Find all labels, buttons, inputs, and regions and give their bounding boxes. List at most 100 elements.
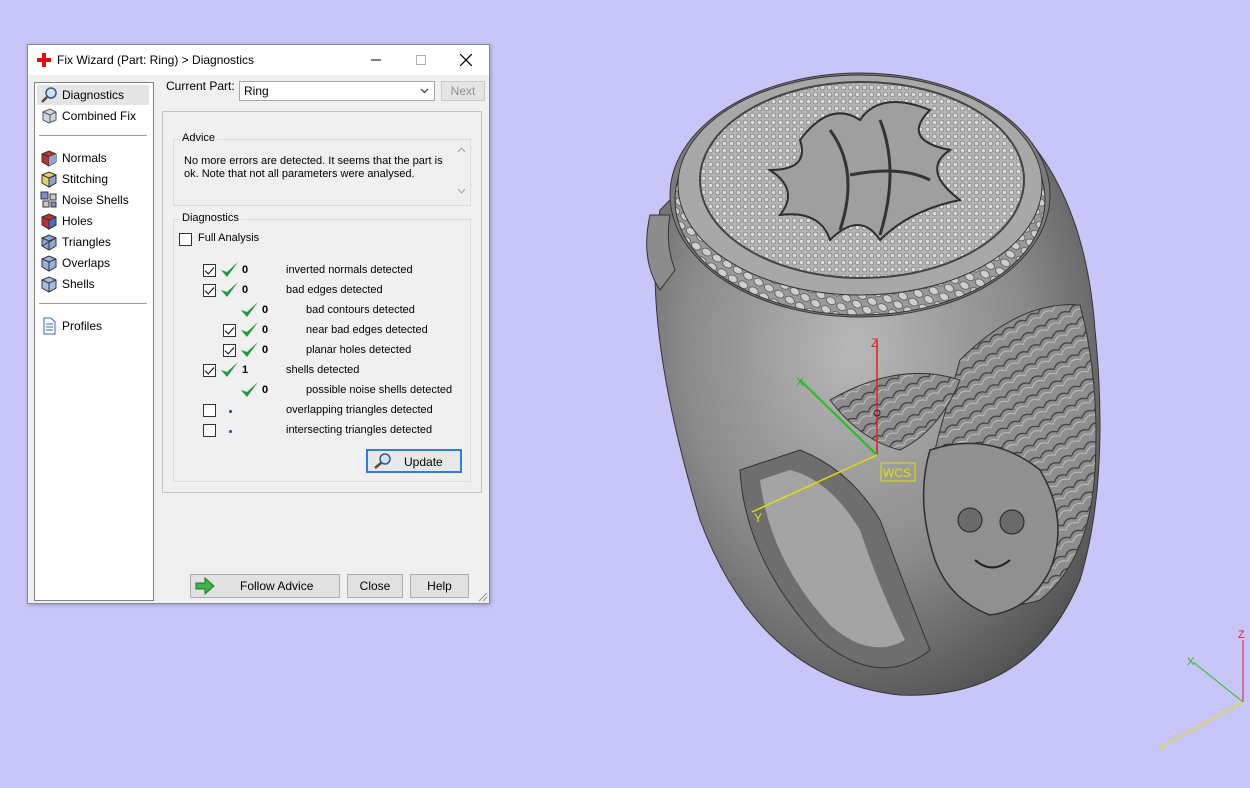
nav-item-noise-shells[interactable]: Noise Shells — [37, 190, 149, 210]
resize-grip-icon[interactable] — [478, 592, 488, 602]
nav-item-label: Noise Shells — [62, 193, 129, 207]
green-arrow-right-icon — [195, 577, 215, 595]
advice-text: No more errors are detected. It seems th… — [184, 155, 443, 180]
diagnostic-label: planar holes detected — [306, 344, 412, 356]
current-part-value: Ring — [244, 84, 269, 98]
triad-z-label: Z — [1238, 629, 1245, 641]
minimize-button[interactable] — [353, 45, 399, 75]
nav-item-label: Stitching — [62, 172, 109, 186]
green-check-icon — [221, 362, 238, 377]
fix-wizard-dialog: Fix Wizard (Part: Ring) > Diagnostics Di… — [27, 44, 490, 604]
diagnostic-count: 0 — [262, 324, 269, 336]
nav-item-combined-fix[interactable]: Combined Fix — [37, 106, 149, 126]
nav-item-label: Overlaps — [62, 256, 111, 270]
nav-item-holes[interactable]: Holes — [37, 211, 149, 231]
window-title: Fix Wizard (Part: Ring) > Diagnostics — [57, 53, 255, 67]
nav-item-label: Triangles — [62, 235, 111, 249]
nav-item-normals[interactable]: Normals — [37, 148, 149, 168]
nav-item-label: Shells — [62, 277, 95, 291]
nav-divider — [39, 135, 147, 136]
nav-item-label: Holes — [62, 214, 93, 228]
green-check-icon — [241, 382, 258, 397]
diagnostic-row: 0 planar holes detected — [163, 342, 483, 359]
current-part-label: Current Part: — [166, 79, 235, 93]
diagnostic-label: bad contours detected — [306, 304, 415, 316]
z-axis-label: Z — [871, 336, 878, 350]
advice-group: Advice No more errors are detected. It s… — [173, 132, 471, 206]
advice-scrollbar[interactable] — [453, 140, 470, 205]
wcs-label: WCS — [883, 466, 911, 480]
nav-item-label: Combined Fix — [62, 109, 137, 123]
nav-item-profiles[interactable]: Profiles — [37, 316, 149, 336]
green-check-icon — [241, 302, 258, 317]
next-button[interactable]: Next — [441, 81, 485, 101]
current-part-select[interactable]: Ring — [239, 81, 435, 101]
nav-item-shells[interactable]: Shells — [37, 274, 149, 294]
diagnostic-row: 0 bad edges detected — [163, 282, 483, 299]
magnifier-icon — [41, 87, 57, 103]
pending-dot-icon — [229, 410, 232, 413]
diagnostic-row: 0 inverted normals detected — [163, 262, 483, 279]
update-button[interactable]: Update — [366, 449, 462, 473]
diagnostic-checkbox[interactable] — [203, 424, 216, 437]
magnifier-icon — [374, 453, 391, 469]
diagnostic-row: intersecting triangles detected — [163, 423, 483, 439]
triad-y-label: Y — [1158, 743, 1166, 755]
title-bar[interactable]: Fix Wizard (Part: Ring) > Diagnostics — [28, 45, 489, 75]
green-check-icon — [221, 262, 238, 277]
shells-cube-icon — [41, 276, 57, 293]
overlaps-cube-icon — [41, 255, 57, 272]
diagnostic-count: 1 — [242, 364, 249, 376]
diagnostic-checkbox[interactable] — [203, 364, 216, 377]
diagnostic-label: overlapping triangles detected — [286, 404, 433, 416]
diagnostic-checkbox[interactable] — [203, 404, 216, 417]
diagnostics-group-label: Diagnostics — [180, 212, 241, 224]
diagnostic-label: intersecting triangles detected — [286, 424, 433, 436]
diagnostic-count: 0 — [262, 304, 269, 316]
follow-advice-button[interactable]: Follow Advice — [190, 574, 340, 598]
close-icon — [460, 54, 472, 66]
diagnostic-label: possible noise shells detected — [306, 384, 453, 396]
triangles-cube-icon — [41, 234, 57, 251]
nav-item-diagnostics[interactable]: Diagnostics — [37, 85, 149, 105]
follow-advice-label: Follow Advice — [240, 579, 314, 593]
diagnostic-label: bad edges detected — [286, 284, 383, 296]
close-button[interactable]: Close — [347, 574, 403, 598]
green-check-icon — [241, 322, 258, 337]
diagnostic-label: inverted normals detected — [286, 264, 413, 276]
help-button[interactable]: Help — [410, 574, 469, 598]
diagnostic-row: 1 shells detected — [163, 362, 483, 379]
diagnostic-checkbox[interactable] — [223, 324, 236, 337]
diagnostic-checkbox[interactable] — [203, 284, 216, 297]
holes-cube-icon — [41, 213, 57, 230]
normals-cube-icon — [41, 150, 57, 167]
chevron-down-icon — [420, 88, 429, 94]
diagnostic-count: 0 — [242, 284, 249, 296]
full-analysis-checkbox[interactable] — [179, 233, 192, 246]
diagnostic-row: 0 near bad edges detected — [163, 322, 483, 339]
diagnostic-count: 0 — [262, 384, 269, 396]
stitching-cube-icon — [41, 171, 57, 188]
full-analysis-label: Full Analysis — [198, 232, 260, 244]
diagnostic-count: 0 — [242, 264, 249, 276]
diagnostic-checkbox[interactable] — [203, 264, 216, 277]
update-button-label: Update — [404, 455, 443, 469]
diagnostic-checkbox[interactable] — [223, 344, 236, 357]
nav-item-stitching[interactable]: Stitching — [37, 169, 149, 189]
green-check-icon — [221, 282, 238, 297]
diagnostic-row: overlapping triangles detected — [163, 403, 483, 419]
close-window-button[interactable] — [443, 45, 489, 75]
fix-step-list: Diagnostics Combined Fix Normals Stitchi… — [34, 82, 154, 601]
maximize-button[interactable] — [398, 45, 444, 75]
pending-dot-icon — [229, 430, 232, 433]
diagnostic-count: 0 — [262, 344, 269, 356]
noise-shells-icon — [40, 191, 57, 208]
nav-item-label: Diagnostics — [62, 88, 125, 102]
minimize-icon — [371, 59, 381, 61]
nav-item-triangles[interactable]: Triangles — [37, 232, 149, 252]
advice-group-label: Advice — [180, 132, 218, 144]
diagnostic-label: shells detected — [286, 364, 360, 376]
profiles-document-icon — [43, 317, 56, 335]
nav-item-overlaps[interactable]: Overlaps — [37, 253, 149, 273]
red-cross-icon — [37, 53, 51, 67]
